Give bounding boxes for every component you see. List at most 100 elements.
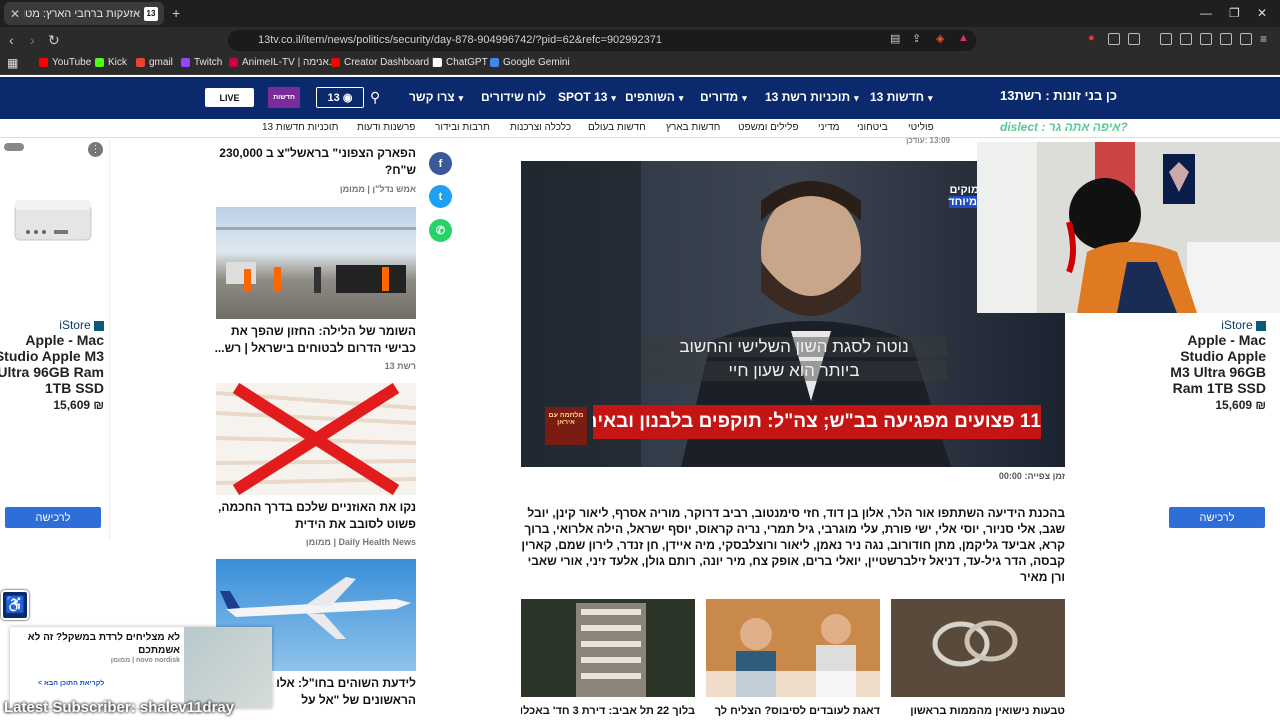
close-tab-icon[interactable]: ✕: [10, 7, 20, 21]
extensions-icon[interactable]: [1108, 33, 1120, 45]
youtube-icon: [39, 58, 48, 67]
subnav-economy[interactable]: כלכלה וצרכנות: [510, 122, 571, 133]
new-tab-icon[interactable]: +: [172, 5, 180, 21]
gemini-icon: [490, 58, 499, 67]
vpn-icon[interactable]: [1240, 33, 1252, 45]
nav-spot13[interactable]: ▾13 SPOT: [558, 90, 616, 104]
next-content-popup[interactable]: לא מצליחים לרדת במשקל? זה לא אשמתכם novo…: [10, 627, 272, 708]
channel-tag-top: מוקים: [949, 184, 979, 196]
subnav-culture[interactable]: תרבות ובידור: [435, 122, 490, 133]
bookmark-youtube[interactable]: YouTube: [39, 57, 91, 68]
related-title-2[interactable]: דאגת לעובדים לסיבוס? הצליח לך: [706, 705, 880, 717]
menu-icon[interactable]: ≡: [1260, 32, 1267, 46]
news-logo[interactable]: חדשות: [268, 87, 300, 108]
ad-badge: [4, 143, 24, 151]
bookmark-kick[interactable]: Kick: [95, 57, 127, 68]
sidebar-article-title-3[interactable]: נקו את האוזניים שלכם בדרך החכמה, פשוט לס…: [214, 499, 416, 533]
rewards-icon[interactable]: ▲: [958, 32, 969, 44]
bookmark-twitch[interactable]: Twitch: [181, 57, 222, 68]
left-ad[interactable]: ⋮ iStore Apple - Mac Studio Apple M3 Ult…: [0, 140, 110, 540]
bookmark-chatgpt[interactable]: ChatGPT: [433, 57, 488, 68]
whatsapp-share-icon[interactable]: ✆: [429, 219, 452, 242]
forward-icon[interactable]: ›: [30, 32, 35, 48]
webcam-overlay: [977, 142, 1280, 313]
sidebar-thumbnail-2[interactable]: [216, 383, 416, 495]
nav-sections[interactable]: ▾מדורים: [700, 90, 747, 104]
subnav-world[interactable]: חדשות בעולם: [588, 122, 646, 133]
reload-icon[interactable]: ↻: [48, 32, 60, 49]
popup-source: novo nordisk | ממומן: [110, 657, 180, 664]
accessibility-icon[interactable]: ♿: [1, 590, 29, 620]
reader-icon[interactable]: ▤: [890, 32, 900, 45]
watch-time: זמן צפייה: 00:00: [998, 471, 1065, 481]
subnav-security[interactable]: ביטחוני: [857, 122, 888, 133]
brave-shield-icon[interactable]: ◈: [936, 32, 944, 45]
sidebar-article-title-1[interactable]: הפארק הצפוני" בראשל"צ ב 230,000 ש"ח?: [214, 145, 416, 179]
related-title-3[interactable]: בלוך 22 תל אביב: דירת 3 חד' באכלוס: [521, 705, 695, 717]
ad-options-icon[interactable]: ⋮: [88, 142, 103, 157]
url-field[interactable]: 13tv.co.il/item/news/politics/security/d…: [228, 30, 976, 51]
share-icon[interactable]: ⇪: [912, 32, 921, 45]
stream-latest-subscriber: Latest Subscriber: shalev11dray: [4, 699, 235, 716]
wallet-icon[interactable]: [1200, 33, 1212, 45]
chatgpt-icon: [433, 58, 442, 67]
subnav-crime[interactable]: פלילים ומשפט: [738, 122, 799, 133]
leo-icon[interactable]: [1220, 33, 1232, 45]
kick-icon: [95, 58, 104, 67]
close-window-icon[interactable]: ✕: [1257, 6, 1267, 20]
channel13-logo[interactable]: 13 ◉: [316, 87, 364, 108]
sidebar-thumbnail-1[interactable]: [216, 207, 416, 319]
twitter-share-icon[interactable]: t: [429, 185, 452, 208]
restore-icon[interactable]: ❐: [1229, 6, 1240, 20]
bookmark-animeil[interactable]: AnimeIL-TV | אנימה...: [229, 57, 337, 68]
article-credits: בהכנת הידיעה השתתפו אור הלר, אלון בן דוד…: [521, 506, 1065, 584]
ad-title-right: Apple - Mac Studio Apple M3 Ultra 96GB R…: [1170, 332, 1266, 396]
bookmark-gemini[interactable]: Google Gemini: [490, 57, 570, 68]
popup-next-link[interactable]: לקריאת התוכן הבא >: [38, 680, 104, 687]
buy-button-left[interactable]: לרכישה: [5, 507, 101, 528]
ad-title: Apple - Mac Studio Apple M3 Ultra 96GB R…: [0, 332, 104, 396]
minimize-icon[interactable]: —: [1200, 6, 1212, 20]
related-thumbnail-2[interactable]: [706, 599, 880, 697]
nav-partners[interactable]: ▾השותפים: [625, 90, 683, 104]
nav-news13[interactable]: ▾חדשות 13: [870, 90, 933, 104]
nav-programs[interactable]: ▾תוכניות רשת 13: [765, 90, 859, 104]
ad-price: ₪ 15,609: [53, 398, 104, 412]
popup-thumbnail: [184, 627, 272, 708]
sidebar-article-title-2[interactable]: השומר של הלילה: החזון שהפך את כבישי הדרו…: [214, 323, 416, 357]
right-ad[interactable]: iStore Apple - Mac Studio Apple M3 Ultra…: [1158, 318, 1266, 412]
related-thumbnail-3[interactable]: [521, 599, 695, 697]
subnav-local[interactable]: חדשות בארץ: [666, 122, 720, 133]
extension-red-icon[interactable]: ●: [1088, 32, 1095, 44]
subnav-diplomacy[interactable]: מדיני: [818, 122, 840, 133]
extension-icon[interactable]: [1128, 33, 1140, 45]
facebook-share-icon[interactable]: f: [429, 152, 452, 175]
related-title-1[interactable]: טבעות נישואין מהממות בראשון: [891, 705, 1065, 717]
sidebar-article-source-2: רשת 13: [384, 361, 416, 371]
stream-overlay-text: ?איפה אתה גר : dislect: [1000, 120, 1128, 134]
ad-brand: iStore: [0, 318, 104, 332]
nav-schedule[interactable]: לוח שידורים: [481, 90, 546, 104]
search-icon[interactable]: ⚲: [370, 89, 380, 106]
twitch-icon: [181, 58, 190, 67]
music-icon[interactable]: [1160, 33, 1172, 45]
related-thumbnail-1[interactable]: [891, 599, 1065, 697]
video-subtitle-1: נוטה לסגת השון השלישי והחשוב: [641, 337, 947, 357]
url-text: 13tv.co.il/item/news/politics/security/d…: [258, 34, 662, 46]
live-button[interactable]: LIVE: [205, 88, 254, 107]
sidebar-icon[interactable]: [1180, 33, 1192, 45]
bookmark-gmail[interactable]: gmail: [136, 57, 173, 68]
sidebar-article-source-1: אמש נדל"ן | ממומן: [339, 184, 416, 194]
browser-tabbar: 13 אזעקות ברחבי הארץ: מטוסים שו... ✕ + —…: [0, 0, 1280, 27]
subnav-opinion[interactable]: פרשנות ודעות: [357, 122, 415, 133]
bookmark-creator-dashboard[interactable]: Creator Dashboard |...: [331, 57, 443, 68]
apps-icon[interactable]: ▦: [7, 56, 18, 70]
back-icon[interactable]: ‹: [9, 32, 14, 48]
subnav-politics[interactable]: פוליטי: [908, 122, 934, 133]
subnav-shows[interactable]: תוכניות חדשות 13: [262, 122, 338, 133]
buy-button-right[interactable]: לרכישה: [1169, 507, 1265, 528]
site-brand-logo[interactable]: כן בני זונות : רשת13: [1000, 88, 1117, 103]
browser-tab[interactable]: 13 אזעקות ברחבי הארץ: מטוסים שו... ✕: [4, 2, 164, 25]
nav-contact[interactable]: ▾צרו קשר: [409, 90, 463, 104]
mac-studio-image: [14, 200, 92, 241]
